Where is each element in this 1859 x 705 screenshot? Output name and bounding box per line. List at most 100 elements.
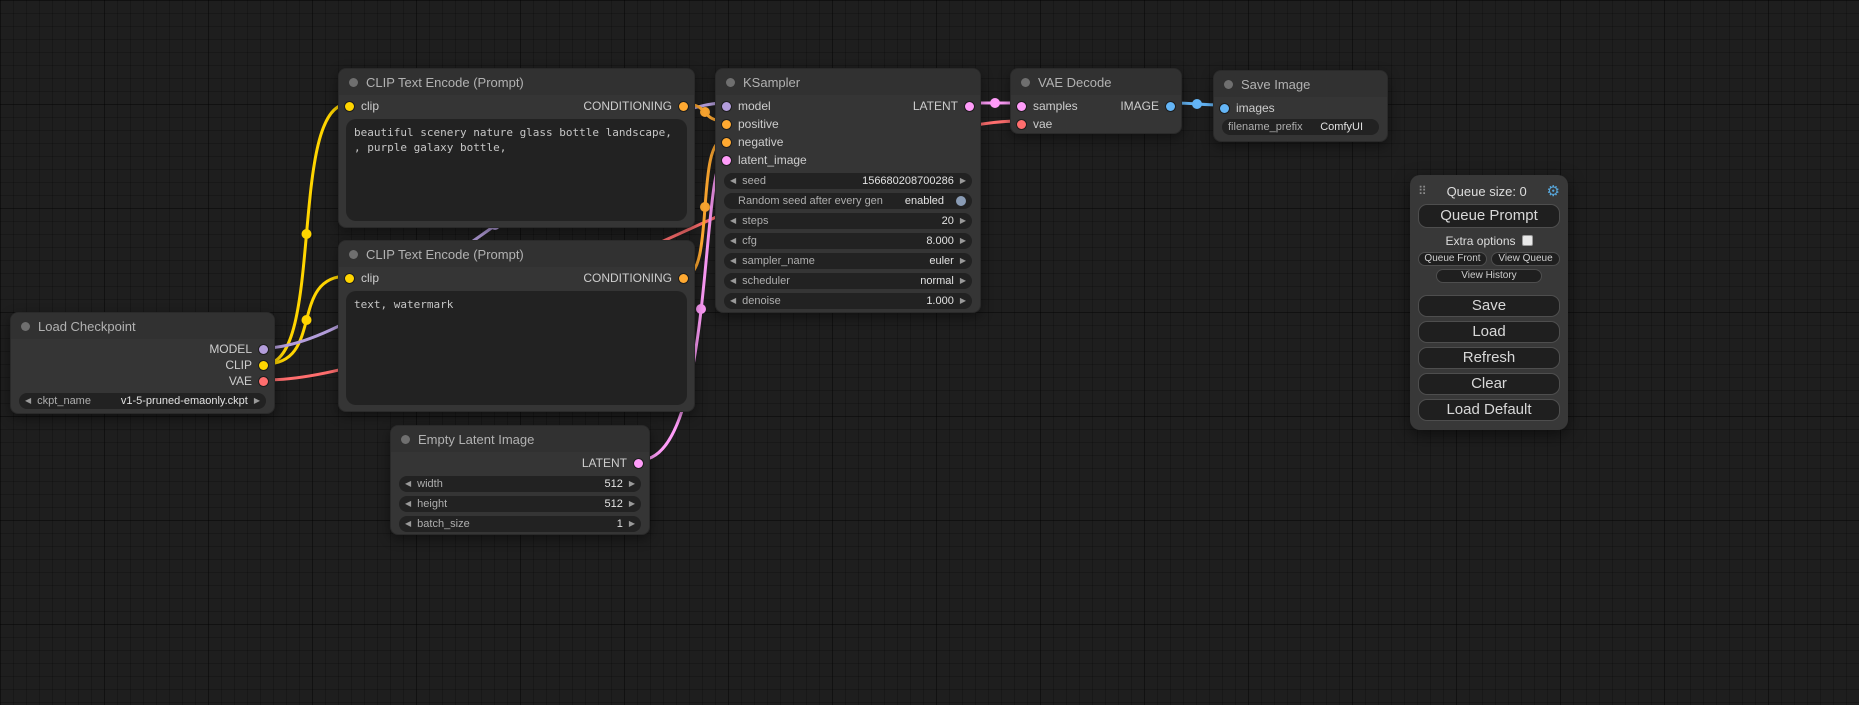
model-input-port[interactable] — [722, 102, 731, 111]
node-status-dot — [1224, 80, 1233, 89]
increment-arrow-icon[interactable]: ▶ — [960, 297, 966, 305]
slot-label-conditioning: CONDITIONING — [583, 271, 672, 285]
sampler-name-widget[interactable]: ◀ sampler_name euler ▶ — [724, 253, 972, 269]
view-history-button[interactable]: View History — [1436, 269, 1541, 283]
save-button[interactable]: Save — [1418, 295, 1560, 317]
refresh-button[interactable]: Refresh — [1418, 347, 1560, 369]
positive-prompt-textarea[interactable]: beautiful scenery nature glass bottle la… — [346, 119, 687, 221]
increment-arrow-icon[interactable]: ▶ — [629, 520, 635, 528]
widget-value: 156680208700286 — [862, 175, 954, 187]
decrement-arrow-icon[interactable]: ◀ — [405, 500, 411, 508]
scheduler-widget[interactable]: ◀ scheduler normal ▶ — [724, 273, 972, 289]
node-empty-latent-image[interactable]: Empty Latent Image LATENT ◀ width 512 ▶ … — [390, 425, 650, 535]
widget-label: seed — [742, 175, 766, 187]
prev-value-arrow-icon[interactable]: ◀ — [730, 257, 736, 265]
extra-options-checkbox[interactable] — [1522, 235, 1533, 246]
node-save-image[interactable]: Save Image images filename_prefix ComfyU… — [1213, 70, 1388, 142]
node-title-bar[interactable]: Save Image — [1214, 71, 1387, 97]
slot-label-images: images — [1236, 101, 1275, 115]
toggle-value: enabled — [905, 195, 944, 207]
decrement-arrow-icon[interactable]: ◀ — [730, 237, 736, 245]
queue-front-button[interactable]: Queue Front — [1418, 252, 1487, 266]
steps-widget[interactable]: ◀ steps 20 ▶ — [724, 213, 972, 229]
decrement-arrow-icon[interactable]: ◀ — [730, 177, 736, 185]
node-title-bar[interactable]: KSampler — [716, 69, 980, 95]
denoise-widget[interactable]: ◀ denoise 1.000 ▶ — [724, 293, 972, 309]
clip-output-port[interactable] — [259, 361, 268, 370]
next-value-arrow-icon[interactable]: ▶ — [254, 397, 260, 405]
node-clip-text-encode-positive[interactable]: CLIP Text Encode (Prompt) clip CONDITION… — [338, 68, 695, 228]
next-value-arrow-icon[interactable]: ▶ — [960, 257, 966, 265]
vae-input-port[interactable] — [1017, 120, 1026, 129]
node-title-bar[interactable]: CLIP Text Encode (Prompt) — [339, 241, 694, 267]
next-value-arrow-icon[interactable]: ▶ — [960, 277, 966, 285]
image-output-port[interactable] — [1166, 102, 1175, 111]
queue-prompt-button[interactable]: Queue Prompt — [1418, 204, 1560, 228]
decrement-arrow-icon[interactable]: ◀ — [405, 480, 411, 488]
widget-label: denoise — [742, 295, 781, 307]
slot-label-negative: negative — [738, 135, 783, 149]
load-button[interactable]: Load — [1418, 321, 1560, 343]
node-clip-text-encode-negative[interactable]: CLIP Text Encode (Prompt) clip CONDITION… — [338, 240, 695, 412]
increment-arrow-icon[interactable]: ▶ — [960, 237, 966, 245]
widget-value: 1.000 — [926, 295, 954, 307]
clip-input-port[interactable] — [345, 102, 354, 111]
node-load-checkpoint[interactable]: Load Checkpoint MODEL CLIP VAE — [10, 312, 275, 414]
filename-prefix-widget[interactable]: filename_prefix ComfyUI — [1222, 119, 1379, 135]
node-vae-decode[interactable]: VAE Decode samples IMAGE vae — [1010, 68, 1182, 134]
latent-output-port[interactable] — [965, 102, 974, 111]
prev-value-arrow-icon[interactable]: ◀ — [25, 397, 31, 405]
height-widget[interactable]: ◀ height 512 ▶ — [399, 496, 641, 512]
clip-input-port[interactable] — [345, 274, 354, 283]
node-title-bar[interactable]: Load Checkpoint — [11, 313, 274, 339]
node-title-bar[interactable]: VAE Decode — [1011, 69, 1181, 95]
node-title-label: CLIP Text Encode (Prompt) — [366, 247, 524, 262]
drag-handle-icon[interactable]: ⠿ — [1418, 184, 1427, 198]
widget-value: 20 — [942, 215, 954, 227]
latent-image-input-port[interactable] — [722, 156, 731, 165]
seed-widget[interactable]: ◀ seed 156680208700286 ▶ — [724, 173, 972, 189]
increment-arrow-icon[interactable]: ▶ — [960, 177, 966, 185]
settings-gear-icon[interactable]: ⚙ — [1547, 182, 1560, 200]
samples-input-port[interactable] — [1017, 102, 1026, 111]
batch-size-widget[interactable]: ◀ batch_size 1 ▶ — [399, 516, 641, 532]
decrement-arrow-icon[interactable]: ◀ — [405, 520, 411, 528]
decrement-arrow-icon[interactable]: ◀ — [730, 217, 736, 225]
node-status-dot — [1021, 78, 1030, 87]
load-default-button[interactable]: Load Default — [1418, 399, 1560, 421]
node-graph-canvas[interactable]: Load Checkpoint MODEL CLIP VAE — [0, 0, 1859, 705]
node-ksampler[interactable]: KSampler model LATENT positive — [715, 68, 981, 313]
slot-label-model: model — [738, 99, 771, 113]
queue-menu-panel: ⠿ Queue size: 0 ⚙ Queue Prompt Extra opt… — [1410, 175, 1568, 430]
slot-label-latent: LATENT — [913, 99, 958, 113]
decrement-arrow-icon[interactable]: ◀ — [730, 297, 736, 305]
ckpt-name-widget[interactable]: ◀ ckpt_name v1-5-pruned-emaonly.ckpt ▶ — [19, 393, 266, 409]
toggle-knob-icon[interactable] — [956, 196, 966, 206]
node-title-bar[interactable]: CLIP Text Encode (Prompt) — [339, 69, 694, 95]
latent-output-port[interactable] — [634, 459, 643, 468]
node-status-dot — [349, 78, 358, 87]
vae-output-port[interactable] — [259, 377, 268, 386]
node-title-bar[interactable]: Empty Latent Image — [391, 426, 649, 452]
slot-label-latent-image: latent_image — [738, 153, 807, 167]
prev-value-arrow-icon[interactable]: ◀ — [730, 277, 736, 285]
increment-arrow-icon[interactable]: ▶ — [960, 217, 966, 225]
negative-prompt-textarea[interactable]: text, watermark — [346, 291, 687, 405]
widget-label: batch_size — [417, 518, 470, 530]
conditioning-output-port[interactable] — [679, 102, 688, 111]
node-status-dot — [401, 435, 410, 444]
increment-arrow-icon[interactable]: ▶ — [629, 480, 635, 488]
width-widget[interactable]: ◀ width 512 ▶ — [399, 476, 641, 492]
clear-button[interactable]: Clear — [1418, 373, 1560, 395]
positive-input-port[interactable] — [722, 120, 731, 129]
images-input-port[interactable] — [1220, 104, 1229, 113]
model-output-port[interactable] — [259, 345, 268, 354]
cfg-widget[interactable]: ◀ cfg 8.000 ▶ — [724, 233, 972, 249]
view-queue-button[interactable]: View Queue — [1491, 252, 1560, 266]
random-seed-toggle[interactable]: Random seed after every gen enabled — [724, 193, 972, 209]
widget-value: ComfyUI — [1320, 121, 1363, 133]
negative-input-port[interactable] — [722, 138, 731, 147]
increment-arrow-icon[interactable]: ▶ — [629, 500, 635, 508]
widget-label: steps — [742, 215, 768, 227]
conditioning-output-port[interactable] — [679, 274, 688, 283]
